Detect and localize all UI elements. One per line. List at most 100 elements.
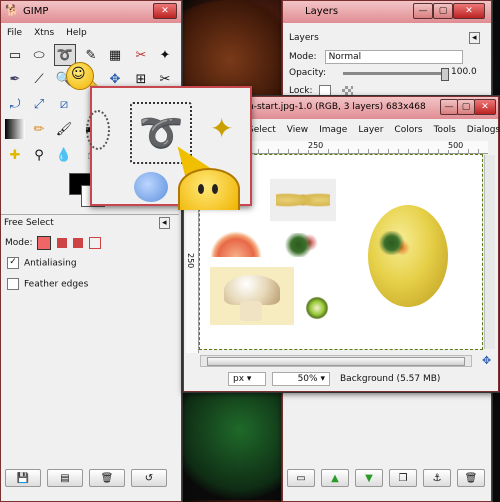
pasta-bow-image — [270, 179, 336, 221]
smiley-cursor-icon: ☺ — [66, 62, 94, 90]
pasta-bow-shape — [276, 189, 330, 211]
navigate-icon[interactable]: ✥ — [482, 354, 491, 367]
menu-xtns[interactable]: Xtns — [34, 28, 54, 38]
toolbox-titlebar[interactable]: 🐕 GIMP ✕ — [1, 1, 181, 23]
save-options-button[interactable]: 💾 — [5, 469, 41, 487]
zoom-value: 50% — [297, 374, 318, 384]
opacity-row: Opacity: 100.0 — [289, 67, 485, 81]
smiley-face: ☺ — [71, 66, 86, 82]
dock-menu-icon[interactable]: ◂ — [159, 217, 170, 229]
blur-tool-icon[interactable]: 💧 — [54, 145, 74, 165]
mode-replace-icon[interactable] — [36, 236, 51, 250]
delete-options-button[interactable]: 🗑 — [89, 469, 125, 487]
image-title: n-start.jpg-1.0 (RGB, 3 layers) 683x468 — [248, 102, 426, 112]
mode-label: Mode: — [5, 238, 33, 248]
raise-layer-button[interactable]: ▲ — [321, 469, 349, 487]
close-button[interactable]: ✕ — [474, 99, 496, 115]
feather-label: Feather edges — [24, 279, 89, 290]
minimize-button[interactable]: — — [413, 3, 433, 19]
minimize-button[interactable]: — — [440, 99, 458, 115]
scissors-tool-icon[interactable]: ✂ — [131, 45, 151, 65]
clone-tool-icon[interactable]: ⚲ — [29, 145, 49, 165]
opacity-value[interactable]: 100.0 — [451, 67, 477, 77]
menu-tools[interactable]: Tools — [434, 125, 456, 135]
magnified-fuzzy-select-icon: ✦ — [210, 112, 234, 145]
layer-mode-row: Mode: Normal — [289, 50, 463, 64]
tool-options-title: Free Select — [4, 218, 54, 228]
maximize-button[interactable]: ▢ — [457, 99, 475, 115]
menu-dialogs[interactable]: Dialogs — [467, 125, 500, 135]
zoom-select[interactable]: 50% ▾ — [272, 372, 330, 386]
tool-options-header: Free Select ◂ — [1, 214, 179, 233]
status-bar: px ▾ 50% ▾ Background (5.57 MB) — [184, 369, 496, 389]
menu-select[interactable]: Select — [248, 125, 276, 135]
mushroom-stem — [240, 301, 262, 321]
select-by-color-tool-icon[interactable]: ▦ — [105, 45, 125, 65]
menu-layer[interactable]: Layer — [358, 125, 383, 135]
feather-row[interactable]: Feather edges — [7, 278, 88, 290]
opacity-slider-handle[interactable] — [441, 68, 449, 81]
layers-heading: Layers — [289, 33, 319, 43]
herb-on-melon-image — [378, 231, 412, 255]
paths-tool-icon[interactable]: ✒ — [5, 69, 25, 89]
heal-tool-icon[interactable]: ✚ — [5, 145, 25, 165]
menu-file[interactable]: File — [7, 28, 22, 38]
unit-select[interactable]: px ▾ — [228, 372, 266, 386]
paintbrush-tool-icon[interactable]: 🖌 — [54, 119, 74, 139]
lock-alpha-icon[interactable] — [341, 85, 353, 97]
duplicate-layer-button[interactable]: ❐ — [389, 469, 417, 487]
horizontal-scrollbar-thumb[interactable] — [207, 357, 465, 366]
color-picker-tool-icon[interactable]: ⟋ — [29, 69, 49, 89]
chevron-down-icon: ▾ — [320, 374, 325, 384]
mode-intersect-icon[interactable] — [88, 237, 101, 249]
opacity-label: Opacity: — [289, 68, 326, 78]
rotate-tool-icon[interactable]: ⤾ — [5, 94, 25, 114]
new-layer-button[interactable]: ▭ — [287, 469, 315, 487]
magnified-zoom-icon — [134, 172, 168, 202]
horizontal-scrollbar[interactable] — [200, 355, 472, 367]
magnified-ellipse-icon — [86, 110, 110, 150]
layer-mode-label: Mode: — [289, 52, 317, 62]
feather-checkbox[interactable] — [7, 278, 19, 290]
ruler-label: 500 — [448, 141, 464, 150]
maximize-button[interactable]: ▢ — [433, 3, 453, 19]
vertical-scrollbar[interactable] — [484, 155, 495, 349]
blend-tool-icon[interactable] — [5, 119, 25, 139]
scale-tool-icon[interactable]: ⤢ — [29, 94, 49, 114]
antialiasing-row[interactable]: ✓ Antialiasing — [7, 257, 77, 269]
ellipse-select-tool-icon[interactable]: ⬭ — [29, 45, 49, 65]
restore-options-button[interactable]: ▤ — [47, 469, 83, 487]
rect-select-tool-icon[interactable]: ▭ — [5, 45, 25, 65]
opacity-slider[interactable] — [343, 72, 447, 75]
toolbox-bottom-buttons: 💾 ▤ 🗑 ↺ — [5, 469, 167, 487]
delete-layer-button[interactable]: 🗑 — [457, 469, 485, 487]
chevron-down-icon: ▾ — [246, 374, 252, 384]
lower-layer-button[interactable]: ▼ — [355, 469, 383, 487]
antialiasing-checkbox[interactable]: ✓ — [7, 257, 19, 269]
mode-add-icon[interactable] — [56, 238, 67, 248]
unit-value: px — [233, 374, 245, 384]
grapefruit-image — [208, 229, 264, 257]
menu-view[interactable]: View — [287, 125, 308, 135]
menu-image[interactable]: Image — [319, 125, 347, 135]
layer-mode-select[interactable]: Normal — [324, 50, 463, 64]
image-menubar: Select View Image Layer Colors Tools Dia… — [248, 125, 500, 135]
close-button[interactable]: ✕ — [153, 3, 177, 19]
pencil-tool-icon[interactable]: ✏ — [29, 119, 49, 139]
close-button[interactable]: ✕ — [453, 3, 485, 19]
shear-tool-icon[interactable]: ⧄ — [54, 94, 74, 114]
menu-colors[interactable]: Colors — [394, 125, 422, 135]
menu-help[interactable]: Help — [66, 28, 87, 38]
toolbox-title: GIMP — [23, 6, 49, 17]
anchor-layer-button[interactable]: ⚓ — [423, 469, 451, 487]
melon-image — [368, 205, 448, 307]
lock-label: Lock: — [289, 86, 313, 96]
status-text: Background (5.57 MB) — [340, 374, 441, 384]
layers-titlebar[interactable]: Layers — ▢ ✕ — [283, 1, 491, 23]
reset-options-button[interactable]: ↺ — [131, 469, 167, 487]
mode-subtract-icon[interactable] — [72, 238, 83, 248]
toolbox-menubar: File Xtns Help — [7, 28, 87, 38]
layers-bottom-buttons: ▭ ▲ ▼ ❐ ⚓ 🗑 — [287, 469, 485, 487]
dock-menu-icon[interactable]: ◂ — [469, 32, 480, 44]
foreground-select-tool-icon[interactable]: ✦ — [155, 45, 175, 65]
